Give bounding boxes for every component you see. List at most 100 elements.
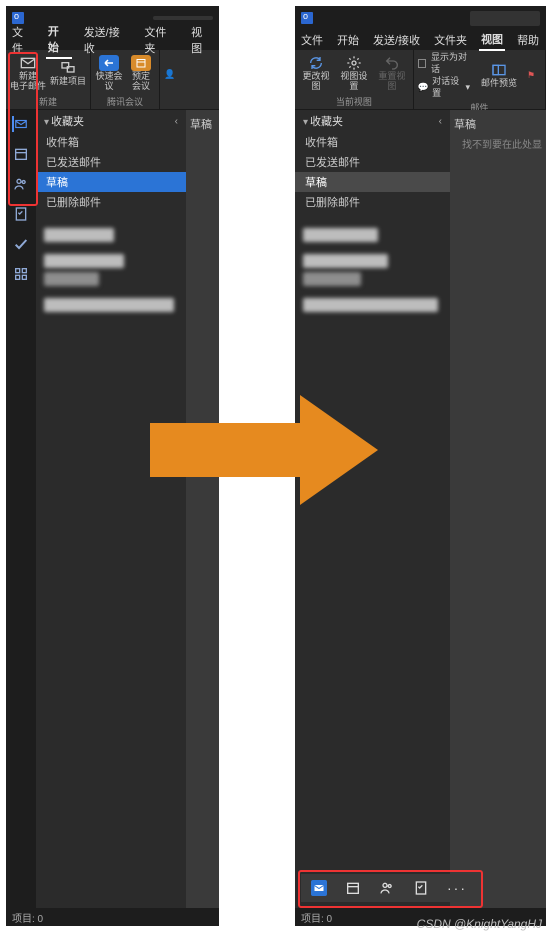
mail-icon[interactable] [12,116,28,132]
folder-inbox[interactable]: 收件箱 [295,132,450,152]
checkbox-icon [418,59,426,68]
reset-view-label: 重置视图 [375,72,409,92]
tab-home[interactable]: 开始 [335,30,361,50]
search-input[interactable] [470,11,540,26]
folder-sent[interactable]: 已发送邮件 [295,152,450,172]
conv-settings-label: 对话设置 [432,76,462,99]
schedule-meeting-icon [131,55,151,71]
ribbon-group-current-view: 更改视图 视图设置 重置视图 当前视图 [295,50,414,109]
collapse-icon[interactable]: ‹ [173,116,180,127]
horizontal-nav-bar: ··· [301,874,540,902]
show-as-conv-label: 显示为对话 [431,52,470,75]
account-row[interactable] [303,254,388,268]
tasks-icon[interactable] [413,880,429,896]
tasks-icon[interactable] [13,206,29,222]
preview-icon [489,62,509,78]
account-row[interactable] [44,298,174,312]
tab-file[interactable]: 文件 [299,30,325,50]
ribbon-group-tencent: 快速会 议 预定 会议 腾讯会议 [91,50,160,109]
search-box[interactable] [153,16,213,20]
schedule-meeting-button[interactable]: 预定 会议 [127,55,155,92]
empty-state-message: 找不到要在此处显 [454,136,542,151]
folder-deleted[interactable]: 已删除邮件 [295,192,450,212]
new-item-button[interactable]: 新建项目 [50,60,86,87]
folder-inbox[interactable]: 收件箱 [36,132,186,152]
mail-icon[interactable] [311,880,327,896]
tab-view[interactable]: 视图 [479,29,505,51]
favorites-list: 收件箱 已发送邮件 草稿 已删除邮件 [36,132,186,218]
ribbon: 新建 电子邮件 新建项目 新建 快速会 议 [6,50,219,110]
item-count: 项目: 0 [301,910,332,925]
account-row[interactable] [303,228,378,242]
quick-meeting-button[interactable]: 快速会 议 [95,55,123,92]
folder-drafts[interactable]: 草稿 [36,172,186,192]
account-sub[interactable] [303,272,361,286]
group-new-label: 新建 [39,94,57,109]
reading-pane: 草稿 找不到要在此处显 [450,110,546,926]
folder-sent[interactable]: 已发送邮件 [36,152,186,172]
watermark: CSDN @KnightYangHJ [417,917,542,931]
new-email-button[interactable]: 新建 电子邮件 [10,55,46,92]
new-email-label: 新建 电子邮件 [10,72,46,92]
more-apps-icon[interactable] [13,266,29,282]
accounts-list [36,218,186,322]
flag-icon: ⚑ [521,68,541,84]
item-count: 项目: 0 [12,910,43,925]
flag-fragment: ⚑ [521,68,541,84]
mail-preview-button[interactable]: 邮件预览 [481,62,517,89]
reset-view-button[interactable]: 重置视图 [375,55,409,92]
favorites-header[interactable]: ▾收藏夹 ‹ [295,110,450,132]
folder-deleted[interactable]: 已删除邮件 [36,192,186,212]
message-list: 草稿 [186,110,219,926]
check-icon[interactable] [13,236,29,252]
folder-drafts[interactable]: 草稿 [295,172,450,192]
undo-icon [382,55,402,71]
change-view-label: 更改视图 [299,72,333,92]
account-row[interactable] [44,228,114,242]
favorites-list: 收件箱 已发送邮件 草稿 已删除邮件 [295,132,450,218]
account-sub[interactable] [44,272,99,286]
vertical-nav-rail [6,110,36,926]
conversation-settings-button[interactable]: 💬对话设置▾ [418,76,470,99]
change-view-button[interactable]: 更改视图 [299,55,333,92]
cut-ribbon-fragment: 👤 [164,69,175,81]
calendar-icon[interactable] [345,880,361,896]
favorites-label: 收藏夹 [310,116,343,128]
favorites-label: 收藏夹 [51,116,84,128]
view-settings-button[interactable]: 视图设置 [337,55,371,92]
collapse-icon[interactable]: ‹ [437,116,444,127]
account-row[interactable] [44,254,124,268]
favorites-header[interactable]: ▾收藏夹 ‹ [36,110,186,132]
change-view-icon [306,55,326,71]
new-item-icon [58,60,78,76]
schedule-meeting-label: 预定 会议 [132,72,150,92]
more-icon[interactable]: ··· [447,880,467,896]
folder-pane: ▾收藏夹 ‹ 收件箱 已发送邮件 草稿 已删除邮件 [295,110,450,926]
titlebar [295,6,546,30]
group-tencent-label: 腾讯会议 [107,94,143,109]
ribbon-group-cut: 👤 [160,50,179,109]
tab-folder[interactable]: 文件夹 [432,30,469,50]
outlook-icon [301,12,313,24]
tab-sendrecv[interactable]: 发送/接收 [371,30,422,50]
ribbon-group-new: 新建 电子邮件 新建项目 新建 [6,50,91,109]
ribbon: 更改视图 视图设置 重置视图 当前视图 [295,50,546,110]
account-row[interactable] [303,298,438,312]
calendar-icon[interactable] [13,146,29,162]
new-item-label: 新建项目 [50,77,86,87]
chevron-down-icon: ▾ [301,117,310,128]
tab-view[interactable]: 视图 [189,22,215,58]
message-list-heading: 草稿 [190,119,212,131]
chevron-down-icon: ▾ [42,117,51,128]
people-icon[interactable] [13,176,29,192]
quick-meeting-label: 快速会 议 [96,72,123,92]
gear-icon [344,55,364,71]
conversation-icon: 💬 [418,82,429,94]
dropdown-icon: ▾ [465,82,470,94]
people-icon[interactable] [379,880,395,896]
folder-pane: ▾收藏夹 ‹ 收件箱 已发送邮件 草稿 已删除邮件 [36,110,186,926]
outlook-icon [12,12,24,24]
ribbon-tabs: 文件 开始 发送/接收 文件夹 视图 帮助 [295,30,546,50]
show-as-conversation-check[interactable]: 显示为对话 [418,52,470,75]
tab-help[interactable]: 帮助 [515,30,541,50]
